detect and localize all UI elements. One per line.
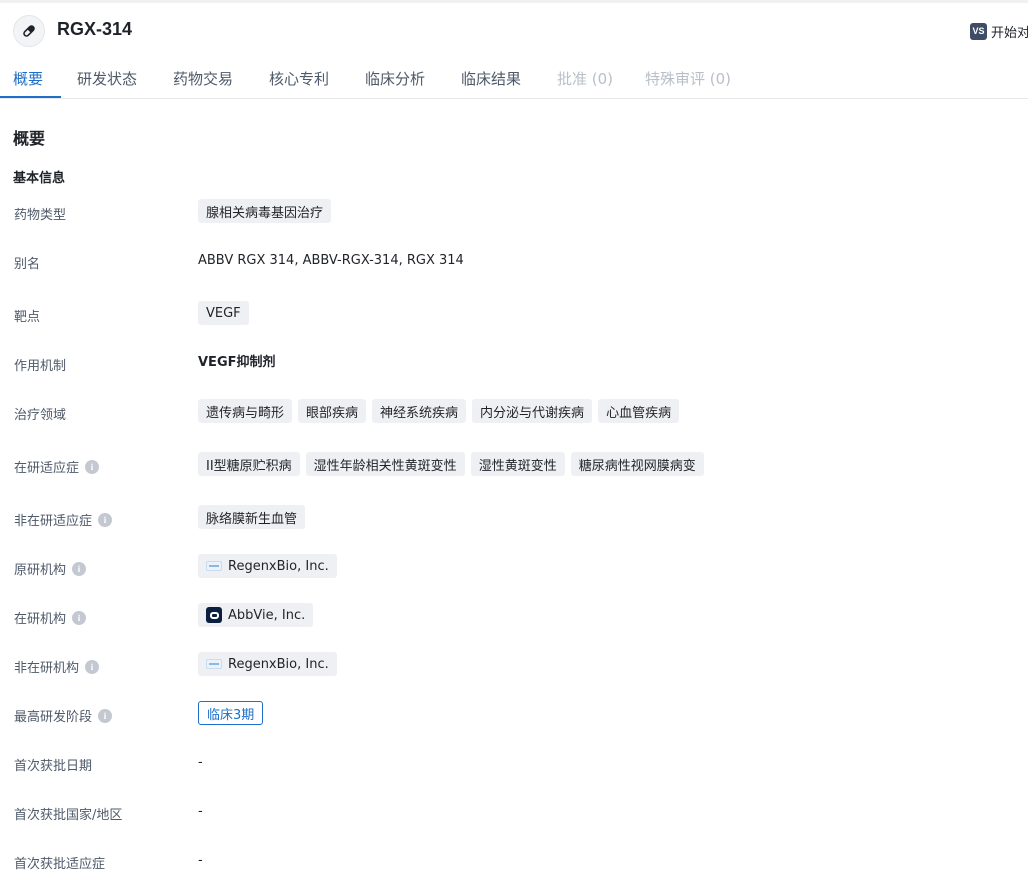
indication-tag[interactable]: 湿性年龄相关性黄斑变性 [305, 452, 465, 476]
regenxbio-logo-icon [206, 659, 222, 669]
target-label: 靶点 [14, 310, 41, 325]
active-indications-label: 在研适应症 i [14, 457, 100, 476]
first-approval-country-label: 首次获批国家/地区 [14, 808, 123, 823]
tab-overview[interactable]: 概要 [13, 68, 43, 89]
indication-tag[interactable]: II型糖原贮积病 [198, 452, 300, 476]
compare-label: 开始对 [991, 25, 1028, 41]
highest-phase-value: 临床3期 [198, 701, 264, 725]
tab-clinical-analysis[interactable]: 临床分析 [365, 68, 425, 89]
tab-rd-status[interactable]: 研发状态 [77, 68, 137, 89]
first-approval-date-label: 首次获批日期 [14, 759, 93, 774]
aliases-label: 别名 [14, 257, 41, 272]
therapeutic-area-tag[interactable]: 眼部疾病 [298, 399, 367, 423]
first-approval-country-value: - [198, 804, 203, 819]
mechanism-label: 作用机制 [14, 359, 67, 374]
drug-type-tag[interactable]: 腺相关病毒基因治疗 [198, 199, 332, 223]
org-tag-abbvie[interactable]: AbbVie, Inc. [198, 603, 314, 627]
mechanism-value: VEGF抑制剂 [198, 351, 276, 370]
therapeutic-areas-label: 治疗领域 [14, 408, 67, 423]
active-org-label: 在研机构 i [14, 608, 87, 627]
indication-tag[interactable]: 湿性黄斑变性 [470, 452, 565, 476]
info-icon[interactable]: i [98, 708, 113, 723]
section-title: 概要 [13, 129, 46, 148]
target-tag[interactable]: VEGF [198, 301, 249, 325]
target-value: VEGF [198, 301, 249, 325]
org-tag-regenxbio[interactable]: RegenxBio, Inc. [198, 652, 337, 676]
therapeutic-area-tag[interactable]: 神经系统疾病 [372, 399, 467, 423]
regenxbio-logo-icon [206, 561, 222, 571]
originator-label: 原研机构 i [14, 559, 87, 578]
tab-bar: 概要 研发状态 药物交易 核心专利 临床分析 临床结果 批准 (0) 特殊审评 … [0, 58, 1028, 99]
inactive-indications-label: 非在研适应症 i [14, 510, 113, 529]
inactive-indications-value: 脉络膜新生血管 [198, 505, 306, 529]
first-approval-date-value: - [198, 755, 203, 770]
indication-tag[interactable]: 脉络膜新生血管 [198, 505, 306, 529]
phase-badge: 临床3期 [198, 701, 264, 725]
drug-title: RGX-314 [57, 19, 133, 39]
indication-tag[interactable]: 糖尿病性视网膜病变 [570, 452, 704, 476]
inactive-org-value: RegenxBio, Inc. [198, 652, 337, 676]
info-icon[interactable]: i [72, 561, 87, 576]
therapeutic-area-tag[interactable]: 遗传病与畸形 [198, 399, 293, 423]
active-indications-value: II型糖原贮积病 湿性年龄相关性黄斑变性 湿性黄斑变性 糖尿病性视网膜病变 [198, 452, 704, 476]
highest-phase-label: 最高研发阶段 i [14, 706, 113, 725]
aliases-value: ABBV RGX 314, ABBV-RGX-314, RGX 314 [198, 253, 464, 268]
abbvie-logo-icon [206, 607, 222, 623]
pill-icon [13, 15, 45, 47]
therapeutic-areas-value: 遗传病与畸形 眼部疾病 神经系统疾病 内分泌与代谢疾病 心血管疾病 [198, 399, 680, 423]
info-icon[interactable]: i [85, 459, 100, 474]
header: RGX-314 VS 开始对 [0, 3, 1028, 58]
tab-approvals: 批准 (0) [557, 70, 614, 88]
drug-type-value: 腺相关病毒基因治疗 [198, 199, 332, 223]
tab-special-review: 特殊审评 (0) [645, 70, 732, 88]
therapeutic-area-tag[interactable]: 内分泌与代谢疾病 [472, 399, 593, 423]
tab-core-patents[interactable]: 核心专利 [269, 68, 329, 89]
active-tab-indicator [0, 96, 61, 98]
info-icon[interactable]: i [98, 512, 113, 527]
info-icon[interactable]: i [72, 610, 87, 625]
originator-value: RegenxBio, Inc. [198, 554, 337, 578]
compare-button[interactable]: VS 开始对 [970, 22, 1028, 41]
therapeutic-area-tag[interactable]: 心血管疾病 [598, 399, 680, 423]
first-approval-indication-value: - [198, 853, 203, 868]
aliases-text: ABBV RGX 314, ABBV-RGX-314, RGX 314 [198, 253, 464, 268]
info-icon[interactable]: i [85, 659, 100, 674]
tab-deals[interactable]: 药物交易 [173, 68, 233, 89]
tab-clinical-results[interactable]: 临床结果 [461, 68, 521, 89]
versus-icon: VS [970, 22, 987, 40]
drug-type-label: 药物类型 [14, 208, 67, 223]
mechanism-text[interactable]: VEGF抑制剂 [198, 351, 276, 370]
inactive-org-label: 非在研机构 i [14, 657, 100, 676]
basic-info-title: 基本信息 [13, 171, 66, 186]
org-tag-regenxbio[interactable]: RegenxBio, Inc. [198, 554, 337, 578]
first-approval-indication-label: 首次获批适应症 [14, 857, 106, 872]
active-org-value: AbbVie, Inc. [198, 603, 314, 627]
